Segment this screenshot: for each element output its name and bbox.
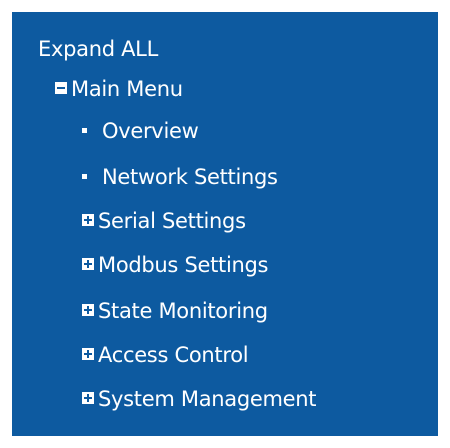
tree-node-label: Access Control	[98, 343, 249, 367]
minus-box-icon[interactable]	[55, 82, 67, 94]
tree-node-access-control[interactable]: Access Control	[82, 340, 249, 369]
tree-node-label: Serial Settings	[98, 209, 246, 233]
tree-node-state-monitoring[interactable]: State Monitoring	[82, 296, 268, 325]
plus-box-icon[interactable]	[82, 304, 94, 316]
tree-item-overview[interactable]: Overview	[82, 116, 199, 145]
expand-all-link[interactable]: Expand ALL	[38, 35, 158, 63]
bullet-icon	[82, 173, 87, 179]
tree-item-network-settings[interactable]: Network Settings	[82, 162, 278, 191]
plus-box-icon[interactable]	[82, 392, 94, 404]
tree-node-label: State Monitoring	[98, 299, 268, 323]
tree-node-modbus-settings[interactable]: Modbus Settings	[82, 250, 268, 279]
tree-node-label: Main Menu	[71, 77, 183, 101]
bullet-icon	[82, 127, 87, 133]
tree-node-serial-settings[interactable]: Serial Settings	[82, 206, 246, 235]
plus-box-icon[interactable]	[82, 214, 94, 226]
tree-node-system-management[interactable]: System Management	[82, 384, 317, 413]
plus-box-icon[interactable]	[82, 258, 94, 270]
navigation-menu-panel: Expand ALL Main Menu Overview Network Se…	[12, 12, 438, 436]
tree-node-label: Modbus Settings	[98, 253, 269, 277]
tree-node-main-menu[interactable]: Main Menu	[55, 74, 183, 103]
tree-item-label: Overview	[102, 119, 199, 143]
tree-item-label: Network Settings	[102, 165, 278, 189]
plus-box-icon[interactable]	[82, 348, 94, 360]
tree-node-label: System Management	[98, 387, 317, 411]
